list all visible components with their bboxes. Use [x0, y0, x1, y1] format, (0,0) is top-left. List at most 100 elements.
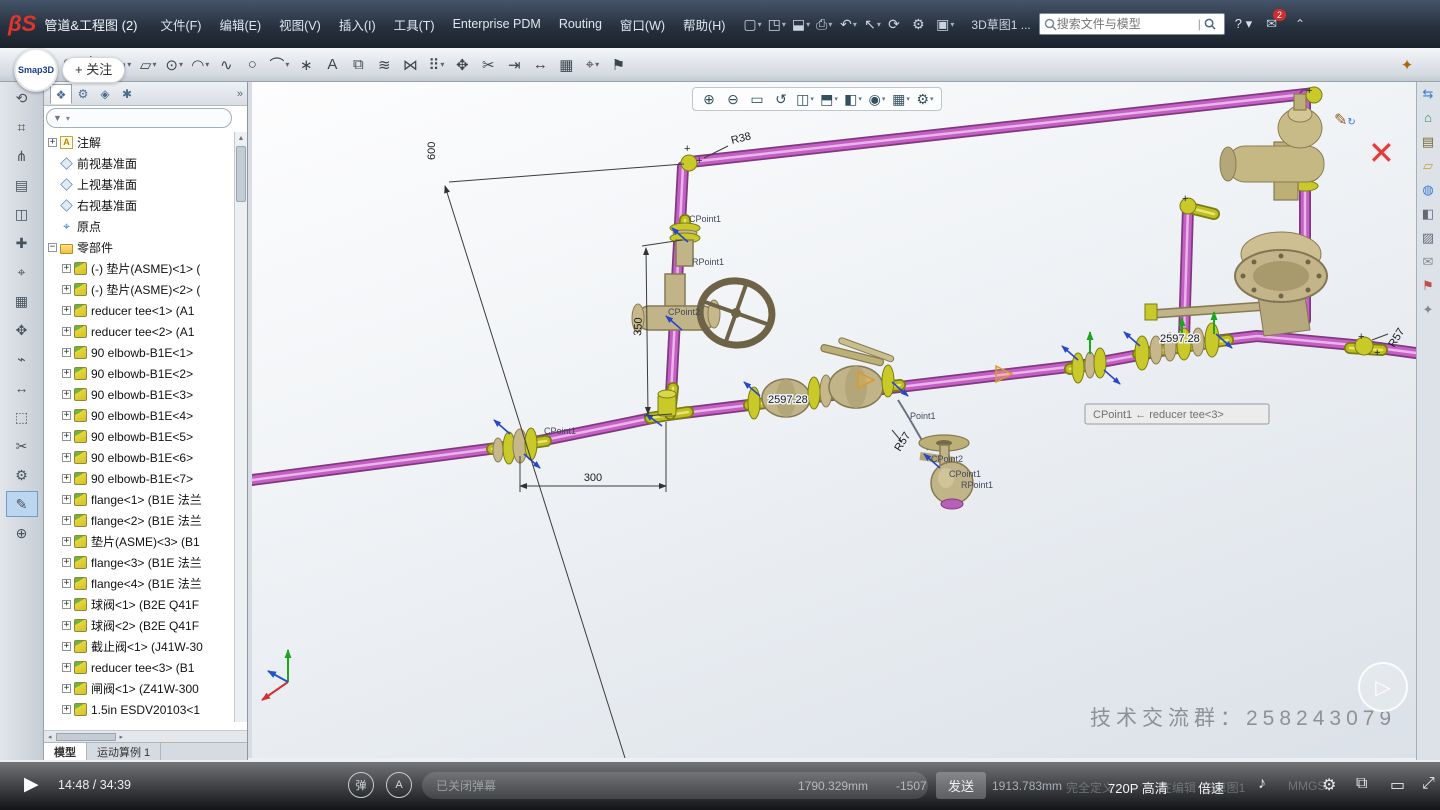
sketch-tool-6[interactable]: ∿ — [213, 51, 239, 79]
expand-toggle-icon[interactable]: + — [62, 453, 71, 462]
expand-toggle-icon[interactable]: + — [62, 264, 71, 273]
tree-horizontal-scrollbar[interactable]: ◂ ▸ — [44, 730, 247, 742]
search-input[interactable] — [1057, 17, 1195, 31]
left-tool-1[interactable]: ⌗ — [6, 114, 38, 140]
hud-tool-3[interactable]: ↺ — [769, 88, 793, 110]
sketch-tool-13[interactable]: ⋈ — [397, 51, 423, 79]
expand-toggle-icon[interactable]: − — [48, 243, 57, 252]
hscrollbar-thumb[interactable] — [56, 733, 116, 741]
menu-item-3[interactable]: 插入(I) — [330, 12, 385, 37]
panel-tab-2[interactable]: ◈ — [94, 84, 116, 104]
expand-toggle-icon[interactable]: + — [62, 432, 71, 441]
expand-toggle-icon[interactable]: + — [62, 663, 71, 672]
hud-tool-8[interactable]: ▦▾ — [889, 88, 913, 110]
sketch-tool-7[interactable]: ○ — [239, 51, 265, 79]
exit-sketch-icon[interactable]: ✎ — [1334, 112, 1347, 129]
sketch-tool-14[interactable]: ⠿▾ — [423, 51, 449, 79]
taskpane-tool-3[interactable]: ▱ — [1417, 154, 1439, 178]
fullscreen-icon[interactable]: ⤢ — [1422, 775, 1435, 793]
menu-item-0[interactable]: 文件(F) — [152, 12, 211, 37]
sketch-tool-21[interactable]: ⚑ — [605, 51, 631, 79]
left-tool-9[interactable]: ⌁ — [6, 346, 38, 372]
left-tool-13[interactable]: ⚙ — [6, 462, 38, 488]
hud-tool-1[interactable]: ⊖ — [721, 88, 745, 110]
tree-item[interactable]: 上视基准面 — [44, 174, 234, 195]
scroll-up-icon[interactable]: ▲ — [235, 132, 247, 145]
sketch-tool-10[interactable]: A — [319, 51, 345, 79]
tree-item[interactable]: 右视基准面 — [44, 195, 234, 216]
play-button[interactable]: ▶ — [24, 773, 39, 796]
hud-tool-9[interactable]: ⚙▾ — [913, 88, 937, 110]
hud-tool-0[interactable]: ⊕ — [697, 88, 721, 110]
sketch-tool-15[interactable]: ✥ — [449, 51, 475, 79]
confirmation-corner[interactable]: ✎↻ — [1334, 110, 1356, 130]
dimension-2597-a[interactable]: 2597.28 — [768, 394, 808, 406]
search-box[interactable]: | — [1039, 13, 1225, 35]
expand-toggle-icon[interactable]: + — [62, 411, 71, 420]
pipe-mid-vertical[interactable] — [1184, 208, 1188, 338]
expand-toggle-icon[interactable]: + — [62, 369, 71, 378]
sketch-tool-trailing[interactable]: ✦ — [1394, 51, 1420, 79]
doc-tab-0[interactable]: 模型 — [44, 743, 87, 760]
left-tool-6[interactable]: ⌖ — [6, 259, 38, 285]
expand-toggle-icon[interactable]: + — [62, 495, 71, 504]
taskpane-tool-0[interactable]: ⇆ — [1417, 82, 1439, 106]
tree-item[interactable]: +1.5in ESDV20103<1 — [44, 699, 234, 720]
menu-item-5[interactable]: Enterprise PDM — [444, 14, 550, 34]
danmaku-style-icon[interactable]: A — [386, 772, 412, 798]
expand-toggle-icon[interactable]: + — [62, 390, 71, 399]
taskpane-tool-7[interactable]: ✉ — [1417, 250, 1439, 274]
handwheel-valve[interactable] — [632, 223, 776, 350]
expand-toggle-icon[interactable]: + — [62, 579, 71, 588]
scrollbar-thumb[interactable] — [236, 146, 246, 202]
volume-icon[interactable]: ♪ — [1258, 775, 1266, 793]
menu-item-1[interactable]: 编辑(E) — [210, 12, 270, 37]
taskpane-tool-5[interactable]: ◧ — [1417, 202, 1439, 226]
sketch-tool-11[interactable]: ⧉ — [345, 51, 371, 79]
taskpane-tool-8[interactable]: ⚑ — [1417, 274, 1439, 298]
sketch-tool-8[interactable]: ⌒▾ — [265, 51, 293, 79]
tree-item[interactable]: 前视基准面 — [44, 153, 234, 174]
hud-tool-5[interactable]: ⬒▾ — [817, 88, 841, 110]
uploader-avatar[interactable]: Smap3D — [14, 48, 58, 92]
tree-item[interactable]: +球阀<1> (B2E Q41F — [44, 594, 234, 615]
theater-mode-icon[interactable]: ▭ — [1390, 775, 1405, 795]
danmaku-input[interactable]: 已关闭弹幕 — [422, 772, 928, 799]
expand-toggle-icon[interactable]: + — [62, 558, 71, 567]
tree-item[interactable]: −零部件 — [44, 237, 234, 258]
sketch-tool-5[interactable]: ◠▾ — [187, 51, 213, 79]
tree-item[interactable]: +flange<4> (B1E 法兰 — [44, 573, 234, 594]
left-tool-14[interactable]: ✎ — [6, 491, 38, 517]
print-button[interactable]: ⎙▾ — [813, 11, 837, 37]
tree-item[interactable]: +(-) 垫片(ASME)<2> ( — [44, 279, 234, 300]
select-button[interactable]: ↖▾ — [861, 11, 885, 37]
sketch-tool-20[interactable]: ⌖▾ — [579, 51, 605, 79]
search-go-icon[interactable] — [1204, 18, 1216, 30]
expand-toggle-icon[interactable]: + — [62, 327, 71, 336]
tree-item[interactable]: +90 elbowb-B1E<2> — [44, 363, 234, 384]
panel-tab-1[interactable]: ⚙ — [72, 84, 94, 104]
expand-toggle-icon[interactable]: + — [62, 537, 71, 546]
tree-item[interactable]: +球阀<2> (B2E Q41F — [44, 615, 234, 636]
tree-filter-input[interactable]: ▼ ▾ — [46, 108, 232, 128]
capture-button[interactable]: ▣▾ — [933, 11, 957, 37]
left-tool-3[interactable]: ▤ — [6, 172, 38, 198]
menu-item-2[interactable]: 视图(V) — [270, 12, 330, 37]
left-tool-5[interactable]: ✚ — [6, 230, 38, 256]
tree-item[interactable]: +90 elbowb-B1E<3> — [44, 384, 234, 405]
expand-toggle-icon[interactable]: + — [62, 621, 71, 630]
tree-item[interactable]: +90 elbowb-B1E<6> — [44, 447, 234, 468]
tree-item[interactable]: ⌖原点 — [44, 216, 234, 237]
cancel-sketch-icon[interactable]: ✕ — [1368, 134, 1395, 172]
tree-item[interactable]: +reducer tee<3> (B1 — [44, 657, 234, 678]
expand-toggle-icon[interactable]: + — [62, 285, 71, 294]
tree-item[interactable]: +90 elbowb-B1E<4> — [44, 405, 234, 426]
tree-item[interactable]: +flange<1> (B1E 法兰 — [44, 489, 234, 510]
scroll-right-icon[interactable]: ▸ — [116, 733, 128, 741]
left-tool-4[interactable]: ◫ — [6, 201, 38, 227]
hud-tool-7[interactable]: ◉▾ — [865, 88, 889, 110]
tree-item[interactable]: +reducer tee<2> (A1 — [44, 321, 234, 342]
menu-item-6[interactable]: Routing — [550, 14, 611, 34]
hud-tool-2[interactable]: ▭ — [745, 88, 769, 110]
doc-tab-1[interactable]: 运动算例 1 — [87, 743, 161, 760]
